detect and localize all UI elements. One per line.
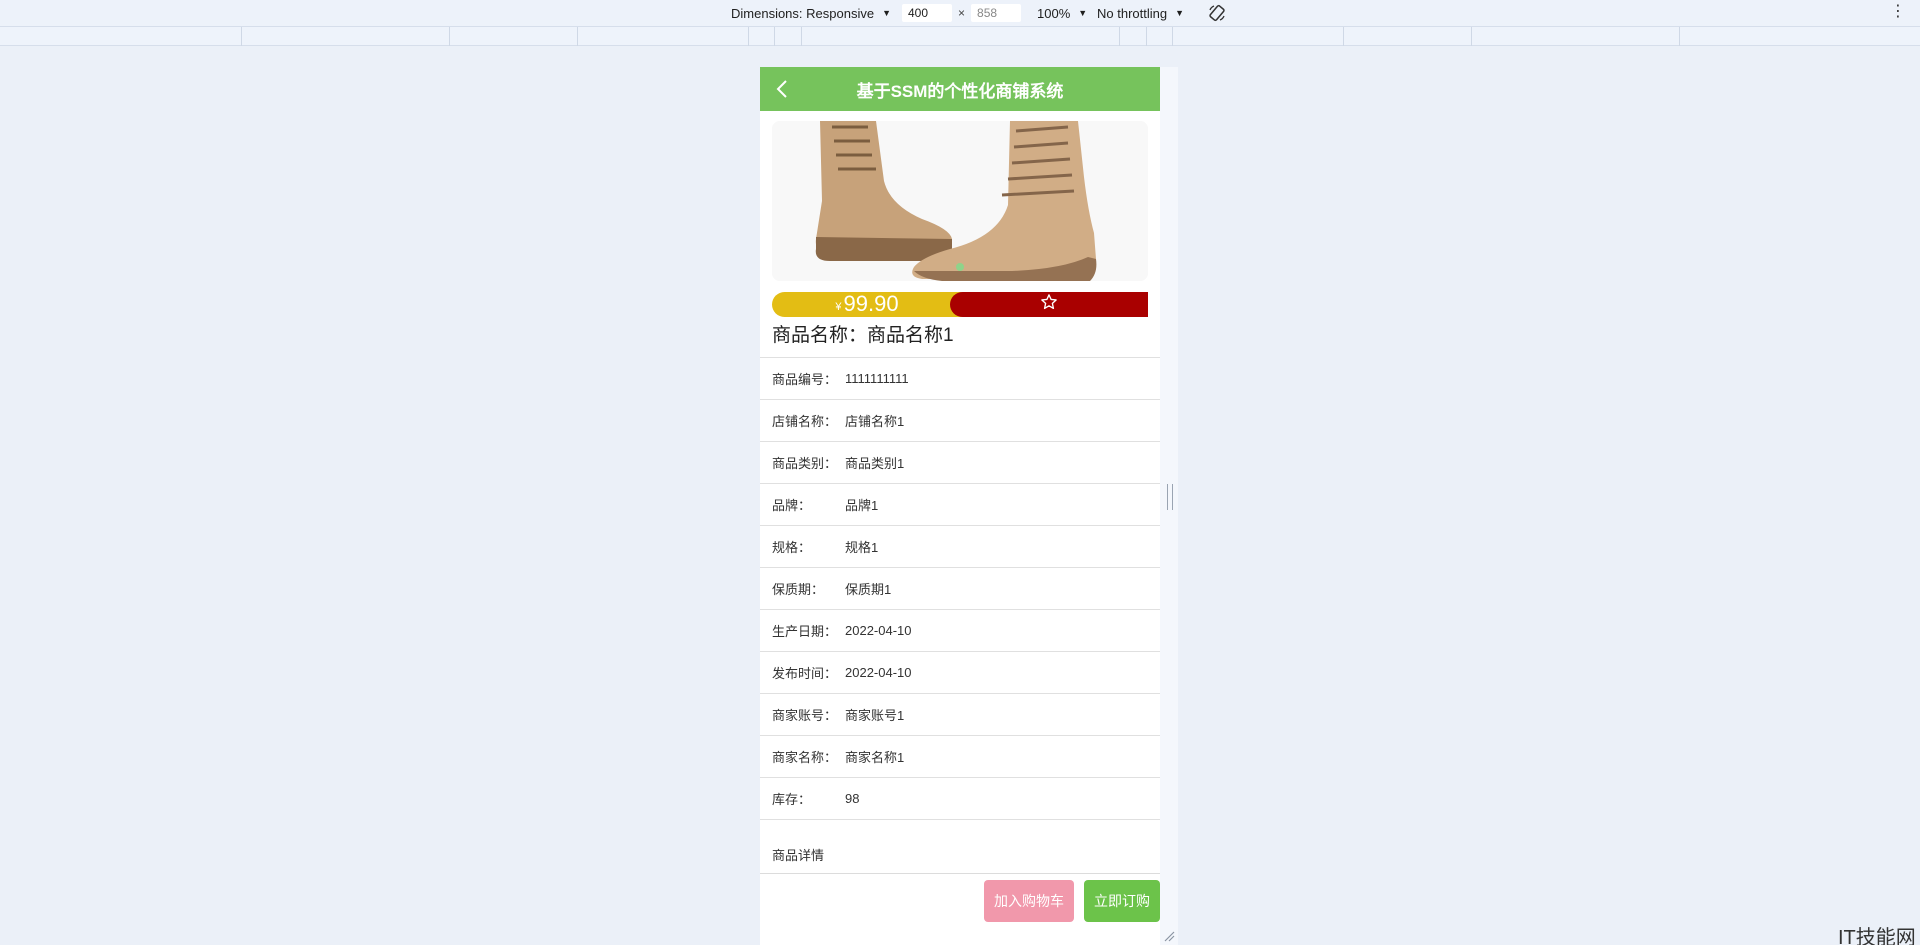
- devtools-toolbar: Dimensions: Responsive ▼ × 100% ▼ No thr…: [0, 0, 1920, 26]
- back-button[interactable]: [770, 77, 794, 101]
- zoom-label: 100%: [1037, 5, 1071, 21]
- attribute-label: 品牌：: [772, 498, 812, 513]
- attribute-value: 商品类别1: [845, 456, 905, 471]
- ruler-tick: [577, 27, 578, 46]
- attribute-value: 保质期1: [845, 582, 892, 597]
- ruler-tick: [774, 27, 775, 46]
- attribute-label: 商品编号：: [772, 372, 838, 387]
- ruler-tick: [1172, 27, 1173, 46]
- chevron-left-icon: [776, 80, 787, 98]
- carousel-indicator[interactable]: [956, 263, 964, 271]
- ruler-tick: [801, 27, 802, 46]
- attribute-row: 发布时间： 2022-04-10: [760, 652, 1160, 694]
- star-outline-icon: [1041, 294, 1057, 310]
- attribute-value: 店铺名称1: [845, 414, 905, 429]
- dimensions-label: Dimensions: Responsive: [731, 5, 875, 21]
- action-bar: 加入购物车 立即订购: [760, 873, 1160, 927]
- device-viewport: 基于SSM的个性化商铺系统 ¥ 99.90 商品名称：商品名称1 商品编号： 11…: [760, 67, 1160, 945]
- vertical-dots-icon[interactable]: ⋮: [1890, 3, 1906, 21]
- currency-symbol: ¥: [835, 301, 842, 313]
- ruler-tick: [748, 27, 749, 46]
- throttling-label: No throttling: [1097, 5, 1168, 21]
- ruler-tick: [1343, 27, 1344, 46]
- price-tag: ¥ 99.90: [772, 292, 962, 317]
- rotate-device-icon: [1207, 3, 1227, 23]
- price-bar: ¥ 99.90: [772, 292, 1148, 317]
- width-input[interactable]: [902, 4, 952, 22]
- product-name: 商品名称：商品名称1: [772, 325, 954, 346]
- price-value: 99.90: [843, 291, 899, 316]
- height-input[interactable]: [971, 4, 1022, 22]
- add-to-cart-button[interactable]: 加入购物车: [984, 880, 1074, 922]
- app-header: 基于SSM的个性化商铺系统: [760, 67, 1160, 111]
- product-image-carousel[interactable]: [772, 121, 1148, 281]
- attribute-value: 1111111111: [845, 371, 909, 386]
- attribute-value: 商家名称1: [845, 750, 905, 765]
- attribute-value: 商家账号1: [845, 708, 905, 723]
- corner-resize-icon[interactable]: [1163, 929, 1175, 942]
- attribute-row: 商品编号： 1111111111: [760, 358, 1160, 400]
- width-resize-handle[interactable]: [1167, 484, 1173, 510]
- ruler-tick: [1146, 27, 1147, 46]
- attribute-row: 生产日期： 2022-04-10: [760, 610, 1160, 652]
- dimensions-dropdown[interactable]: Dimensions: Responsive ▼: [731, 0, 891, 26]
- ruler-tick: [1679, 27, 1680, 46]
- ruler-tick: [449, 27, 450, 46]
- attribute-row: 规格： 规格1: [760, 526, 1160, 568]
- attribute-row: 库存： 98: [760, 778, 1160, 820]
- attribute-label: 商家账号：: [772, 708, 838, 723]
- attribute-value: 品牌1: [845, 498, 879, 513]
- attribute-label: 发布时间：: [772, 666, 838, 681]
- watermark: IT技能网: [1838, 927, 1916, 945]
- attribute-label: 规格：: [772, 540, 812, 555]
- product-detail-heading: 商品详情: [772, 848, 825, 863]
- ruler-tick: [241, 27, 242, 46]
- attribute-value: 2022-04-10: [845, 665, 912, 680]
- attribute-label: 生产日期：: [772, 624, 838, 639]
- ruler-tick: [1119, 27, 1120, 46]
- attribute-label: 店铺名称：: [772, 414, 838, 429]
- attribute-row: 商家账号： 商家账号1: [760, 694, 1160, 736]
- throttling-dropdown[interactable]: No throttling ▼: [1097, 0, 1184, 26]
- attribute-value: 规格1: [845, 540, 879, 555]
- attribute-label: 商品类别：: [772, 456, 838, 471]
- favorite-button[interactable]: [950, 292, 1148, 317]
- attribute-row: 商家名称： 商家名称1: [760, 736, 1160, 778]
- times-sign: ×: [958, 6, 966, 20]
- product-image: [772, 121, 1148, 281]
- attribute-value: 98: [845, 791, 860, 806]
- attribute-list: 商品编号： 1111111111 店铺名称： 店铺名称1 商品类别： 商品类别1 品牌…: [760, 358, 1160, 820]
- dimension-inputs: ×: [902, 0, 1022, 26]
- attribute-label: 库存：: [772, 792, 812, 807]
- page-title: 基于SSM的个性化商铺系统: [856, 81, 1064, 101]
- caret-down-icon: ▼: [1175, 8, 1185, 18]
- zoom-dropdown[interactable]: 100% ▼: [1037, 0, 1087, 26]
- rotate-button[interactable]: [1207, 0, 1227, 26]
- buy-now-button[interactable]: 立即订购: [1084, 880, 1160, 922]
- attribute-value: 2022-04-10: [845, 623, 912, 638]
- attribute-row: 品牌： 品牌1: [760, 484, 1160, 526]
- caret-down-icon: ▼: [1078, 8, 1088, 18]
- attribute-label: 保质期：: [772, 582, 825, 597]
- attribute-label: 商家名称：: [772, 750, 838, 765]
- ruler-tick: [1471, 27, 1472, 46]
- caret-down-icon: ▼: [882, 8, 891, 18]
- attribute-row: 商品类别： 商品类别1: [760, 442, 1160, 484]
- media-query-ruler: [0, 26, 1920, 46]
- attribute-row: 保质期： 保质期1: [760, 568, 1160, 610]
- attribute-row: 店铺名称： 店铺名称1: [760, 400, 1160, 442]
